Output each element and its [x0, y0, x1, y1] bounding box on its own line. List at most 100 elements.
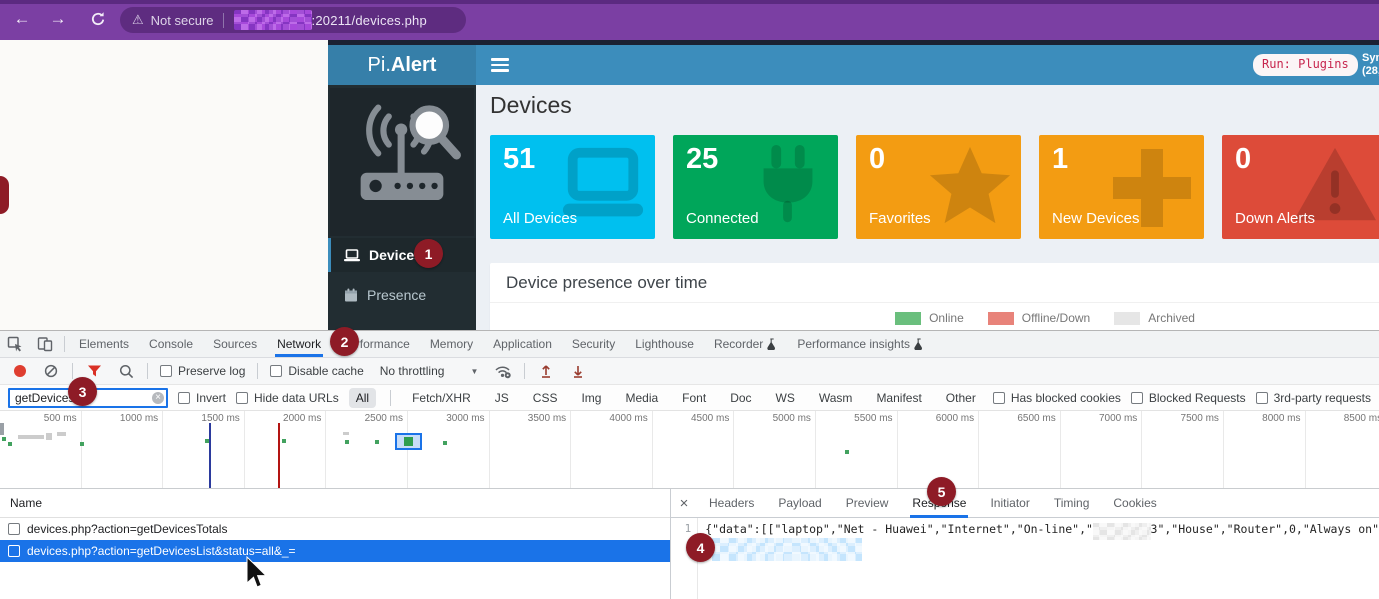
- tab-network[interactable]: Network: [267, 331, 331, 357]
- throttling-select[interactable]: No throttling▼: [372, 364, 487, 378]
- inspect-element-icon[interactable]: [0, 331, 30, 357]
- detail-tab-preview[interactable]: Preview: [834, 489, 901, 518]
- address-bar[interactable]: ⚠ Not secure :20211/devices.php: [120, 7, 466, 33]
- redacted-host-mosaic: [234, 10, 312, 30]
- legend-archived[interactable]: Archived: [1114, 311, 1195, 325]
- has-blocked-cookies-checkbox[interactable]: Has blocked cookies: [993, 391, 1121, 405]
- run-plugins-button[interactable]: Run: Plugins: [1253, 54, 1358, 76]
- name-column-header[interactable]: Name: [0, 489, 670, 518]
- legend-swatch-online: [895, 312, 921, 325]
- sidebar-item-presence[interactable]: Presence: [328, 278, 476, 312]
- pialert-logo[interactable]: Pi.Alert: [328, 45, 476, 85]
- address-divider: [223, 13, 224, 28]
- card-new-devices[interactable]: 1 New Devices: [1039, 135, 1204, 239]
- close-icon[interactable]: ×: [671, 495, 697, 512]
- tab-memory[interactable]: Memory: [420, 331, 483, 357]
- disable-cache-checkbox[interactable]: Disable cache: [264, 364, 369, 378]
- request-row-get-devices-totals[interactable]: devices.php?action=getDevicesTotals: [0, 518, 670, 540]
- sidebar-toggle-icon[interactable]: [491, 58, 509, 75]
- legend-offline[interactable]: Offline/Down: [988, 311, 1090, 325]
- network-overview-timeline[interactable]: 500 ms 1000 ms 1500 ms 2000 ms 2500 ms 3…: [0, 411, 1379, 489]
- experiment-flask-icon: [767, 338, 777, 350]
- tab-lighthouse[interactable]: Lighthouse: [625, 331, 704, 357]
- browser-forward-icon[interactable]: →: [46, 8, 70, 30]
- filter-type-wasm[interactable]: Wasm: [812, 388, 860, 408]
- waterfall-request-dot: [375, 440, 379, 444]
- clear-filter-icon[interactable]: ×: [152, 392, 164, 404]
- checkbox[interactable]: [160, 365, 172, 377]
- request-list-pane: Name devices.php?action=getDevicesTotals…: [0, 489, 670, 599]
- tab-console[interactable]: Console: [139, 331, 203, 357]
- checkbox[interactable]: [270, 365, 282, 377]
- brand-pi: Pi.: [368, 54, 391, 77]
- chevron-down-icon: ▼: [470, 367, 478, 376]
- card-down-alerts[interactable]: 0 Down Alerts: [1222, 135, 1379, 239]
- browser-back-icon[interactable]: ←: [10, 8, 34, 30]
- experiment-flask-icon: [914, 338, 924, 350]
- domcontentloaded-line: [209, 423, 211, 489]
- import-har-icon[interactable]: [531, 358, 561, 384]
- filter-type-other[interactable]: Other: [939, 388, 983, 408]
- sidebar-item-label: Presence: [367, 287, 426, 303]
- filter-type-doc[interactable]: Doc: [723, 388, 758, 408]
- tab-elements[interactable]: Elements: [69, 331, 139, 357]
- blocked-requests-checkbox[interactable]: Blocked Requests: [1131, 391, 1246, 405]
- preserve-log-checkbox[interactable]: Preserve log: [154, 364, 251, 378]
- network-conditions-icon[interactable]: [488, 358, 518, 384]
- card-favorites[interactable]: 0 Favorites: [856, 135, 1021, 239]
- filter-type-all[interactable]: All: [349, 388, 376, 408]
- filter-type-font[interactable]: Font: [675, 388, 713, 408]
- detail-tab-headers[interactable]: Headers: [697, 489, 766, 518]
- waterfall-request-dot: [8, 442, 12, 446]
- checkbox[interactable]: [8, 545, 20, 557]
- star-icon: [925, 143, 1015, 231]
- detail-tab-cookies[interactable]: Cookies: [1101, 489, 1168, 518]
- tab-security[interactable]: Security: [562, 331, 625, 357]
- router-logo-image: [330, 88, 474, 236]
- hide-data-urls-checkbox[interactable]: Hide data URLs: [236, 391, 339, 405]
- search-icon[interactable]: [111, 358, 141, 384]
- tab-performance-insights[interactable]: Performance insights: [787, 331, 934, 357]
- detail-tab-initiator[interactable]: Initiator: [978, 489, 1041, 518]
- edge-annotation-shape: [0, 176, 9, 214]
- pialert-app: Pi.Alert Run: Plugins Syn(28,: [328, 40, 1379, 330]
- sidebar-item-devices[interactable]: Devices: [328, 238, 476, 272]
- filter-type-ws[interactable]: WS: [769, 388, 802, 408]
- record-icon[interactable]: [14, 365, 26, 377]
- browser-reload-icon[interactable]: [86, 11, 110, 33]
- legend-swatch-offline: [988, 312, 1014, 325]
- clear-icon[interactable]: [36, 358, 66, 384]
- request-row-get-devices-list[interactable]: devices.php?action=getDevicesList&status…: [0, 540, 670, 562]
- card-connected[interactable]: 25 Connected: [673, 135, 838, 239]
- waterfall-request-dot: [2, 437, 6, 441]
- step-badge-3: 3: [68, 377, 97, 406]
- detail-tab-timing[interactable]: Timing: [1042, 489, 1102, 518]
- tab-sources[interactable]: Sources: [203, 331, 267, 357]
- filter-type-media[interactable]: Media: [618, 388, 665, 408]
- filter-type-manifest[interactable]: Manifest: [869, 388, 928, 408]
- detail-tab-payload[interactable]: Payload: [766, 489, 833, 518]
- device-toolbar-icon[interactable]: [30, 331, 60, 357]
- filter-type-js[interactable]: JS: [488, 388, 516, 408]
- step-badge-1: 1: [414, 239, 443, 268]
- app-header: Pi.Alert Run: Plugins Syn(28,: [328, 45, 1379, 85]
- waterfall-request-dot: [845, 450, 849, 454]
- tab-application[interactable]: Application: [483, 331, 562, 357]
- filter-type-img[interactable]: Img: [574, 388, 608, 408]
- card-all-devices[interactable]: 51 All Devices: [490, 135, 655, 239]
- legend-online[interactable]: Online: [895, 311, 964, 325]
- detail-tabbar: × Headers Payload Preview Response Initi…: [671, 489, 1379, 518]
- calendar-icon: [344, 288, 358, 302]
- step-badge-5: 5: [927, 477, 956, 506]
- screenshot-root: ← → ⚠ Not secure :20211/devices.php Pi.A…: [0, 0, 1379, 599]
- header-corner-text: Syn(28,: [1362, 52, 1379, 80]
- export-har-icon[interactable]: [563, 358, 593, 384]
- checkbox[interactable]: [8, 523, 20, 535]
- filter-type-css[interactable]: CSS: [526, 388, 565, 408]
- third-party-requests-checkbox[interactable]: 3rd-party requests: [1256, 391, 1371, 405]
- filter-type-fetch-xhr[interactable]: Fetch/XHR: [405, 388, 478, 408]
- selected-request-marker[interactable]: [395, 433, 422, 450]
- invert-checkbox[interactable]: Invert: [178, 391, 226, 405]
- tab-recorder[interactable]: Recorder: [704, 331, 787, 357]
- step-badge-4: 4: [686, 533, 715, 562]
